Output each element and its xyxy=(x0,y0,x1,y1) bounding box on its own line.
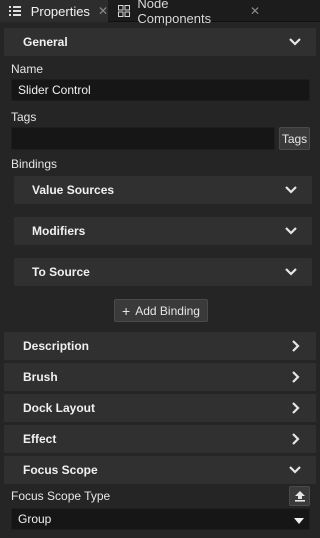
tags-label: Tags xyxy=(11,110,37,124)
section-title: Modifiers xyxy=(32,224,86,238)
chevron-right-icon xyxy=(292,371,300,383)
upload-icon xyxy=(294,491,305,502)
components-icon xyxy=(116,3,131,19)
add-binding-label: Add Binding xyxy=(135,303,200,318)
bindings-label: Bindings xyxy=(11,157,58,171)
dropdown-arrow-icon xyxy=(294,518,304,524)
section-title: General xyxy=(23,35,68,49)
close-icon[interactable]: ✕ xyxy=(98,4,108,18)
focus-scope-type-label: Focus Scope Type xyxy=(11,489,111,503)
chevron-right-icon xyxy=(292,433,300,445)
reset-button[interactable] xyxy=(289,486,310,506)
section-modifiers[interactable]: Modifiers xyxy=(14,217,312,245)
section-brush[interactable]: Brush xyxy=(4,363,316,391)
section-title: Brush xyxy=(23,370,58,384)
chevron-right-icon xyxy=(292,340,300,352)
tags-input[interactable] xyxy=(11,127,275,150)
section-title: Value Sources xyxy=(32,183,115,197)
select-value: Group xyxy=(18,512,52,526)
close-icon[interactable]: ✕ xyxy=(250,4,260,18)
tab-node-components[interactable]: Node Components ✕ xyxy=(110,0,260,26)
chevron-down-icon xyxy=(285,268,297,276)
chevron-down-icon xyxy=(285,227,297,235)
section-value-sources[interactable]: Value Sources xyxy=(14,176,312,204)
tab-label: Properties xyxy=(30,3,90,19)
properties-panel: General Name Slider Control Tags Tags Bi… xyxy=(0,22,320,538)
section-title: Effect xyxy=(23,432,57,446)
section-focus-scope[interactable]: Focus Scope xyxy=(4,456,316,484)
chevron-down-icon xyxy=(289,466,301,474)
plus-icon: + xyxy=(122,302,131,319)
section-title: To Source xyxy=(32,265,90,279)
chevron-down-icon xyxy=(285,186,297,194)
section-title: Description xyxy=(23,339,90,353)
name-label: Name xyxy=(11,62,44,76)
section-to-source[interactable]: To Source xyxy=(14,258,312,286)
section-effect[interactable]: Effect xyxy=(4,425,316,453)
section-general[interactable]: General xyxy=(4,28,316,56)
tags-button[interactable]: Tags xyxy=(279,127,310,150)
tab-bar: Properties ✕ Node Components ✕ xyxy=(0,0,320,26)
section-title: Dock Layout xyxy=(23,401,96,415)
list-icon xyxy=(8,3,23,19)
tab-properties[interactable]: Properties ✕ xyxy=(0,0,108,22)
name-field[interactable]: Slider Control xyxy=(11,79,310,101)
section-title: Focus Scope xyxy=(23,463,98,477)
chevron-right-icon xyxy=(292,402,300,414)
section-dock-layout[interactable]: Dock Layout xyxy=(4,394,316,422)
add-binding-button[interactable]: + Add Binding xyxy=(114,299,208,322)
section-description[interactable]: Description xyxy=(4,332,316,360)
chevron-down-icon xyxy=(289,38,301,46)
focus-scope-type-select[interactable]: Group xyxy=(11,508,310,530)
